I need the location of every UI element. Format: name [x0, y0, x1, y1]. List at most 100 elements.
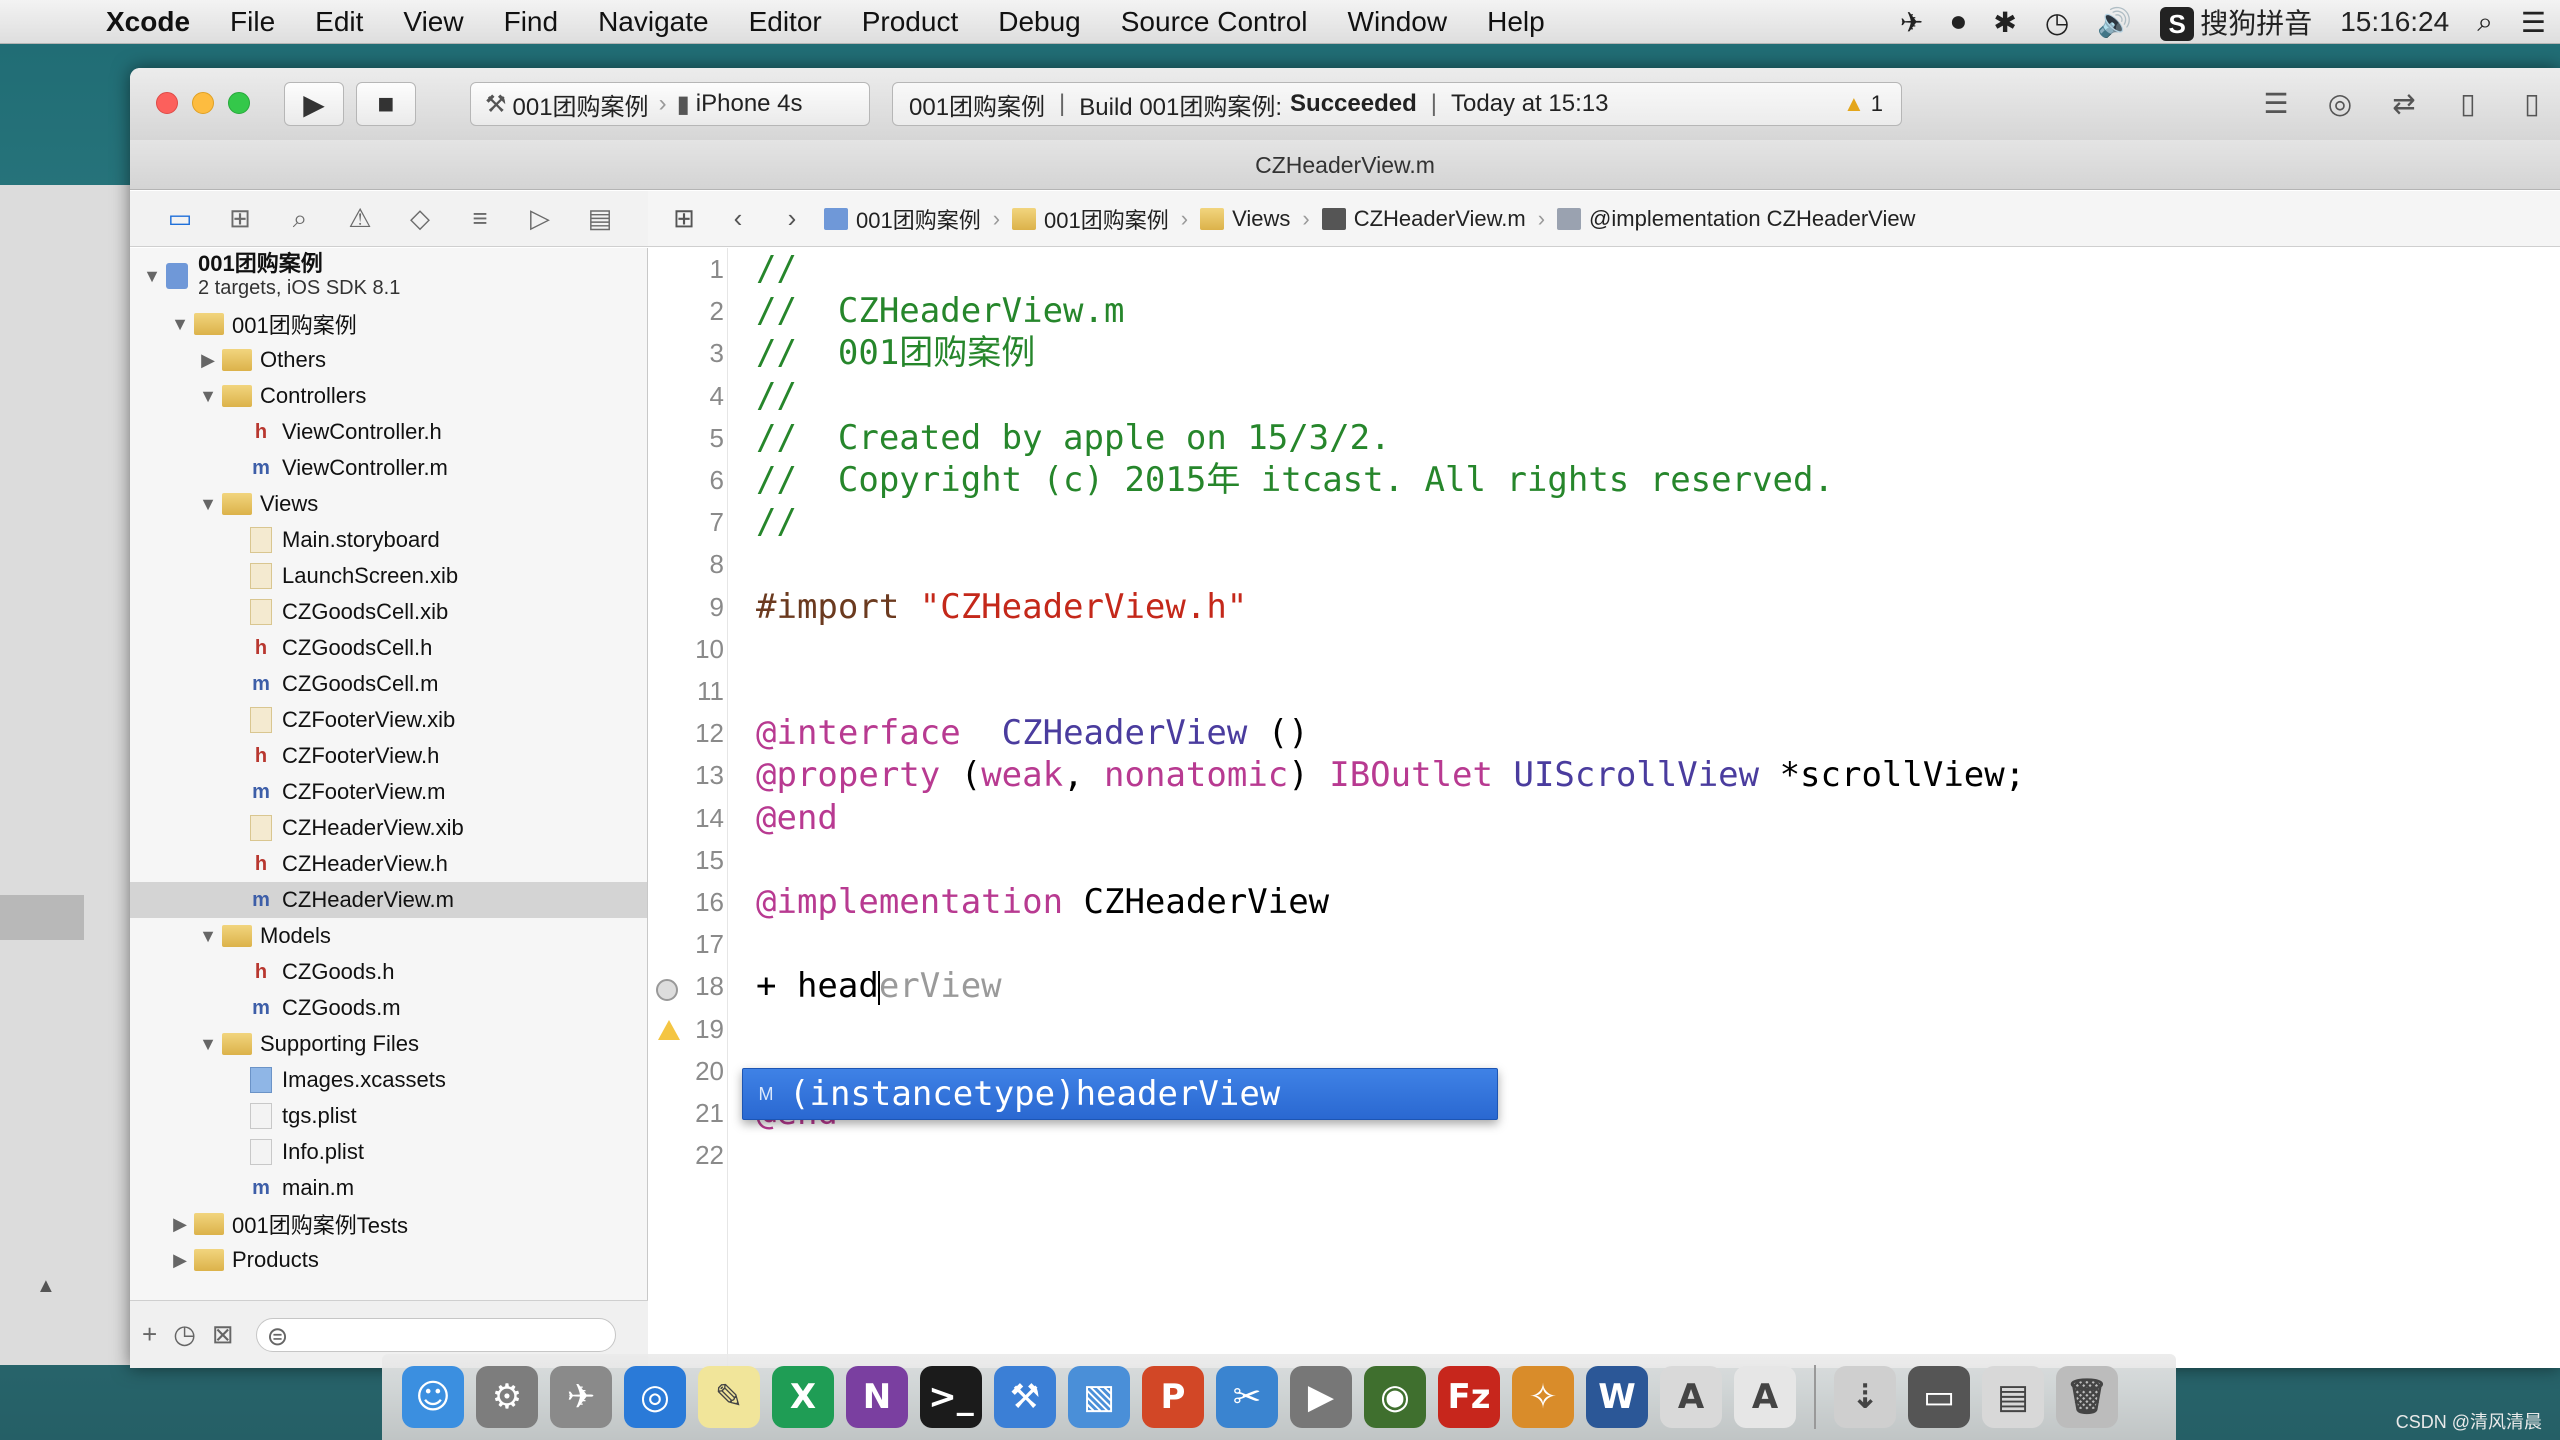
menu-window[interactable]: Window [1328, 6, 1468, 38]
navigator-row[interactable]: CZGoodsCell.xib [130, 594, 647, 630]
finder-icon[interactable]: ☺ [402, 1366, 464, 1428]
code-line[interactable]: #import "CZHeaderView.h" [756, 586, 1247, 628]
navigator-row[interactable]: LaunchScreen.xib [130, 558, 647, 594]
find-navigator-icon[interactable]: ⌕ [270, 203, 330, 235]
menu-help[interactable]: Help [1467, 6, 1565, 38]
zoom-window-button[interactable] [228, 92, 250, 114]
navigator-row[interactable]: ▶ 001团购案例Tests [130, 1206, 647, 1242]
code-line[interactable]: // 001团购案例 [756, 332, 1035, 374]
excel-icon[interactable]: X [772, 1366, 834, 1428]
disclosure-open-icon[interactable]: ▼ [170, 314, 190, 335]
project-root-row[interactable]: ▼ 001团购案例 2 targets, iOS SDK 8.1 [130, 248, 647, 304]
code-line[interactable]: // Created by apple on 15/3/2. [756, 417, 1391, 459]
code-line[interactable]: @end [756, 797, 838, 839]
navigator-row[interactable]: m CZHeaderView.m [130, 882, 647, 918]
airplane-icon[interactable]: ✈ [1900, 6, 1923, 39]
navigator-row[interactable]: h CZGoods.h [130, 954, 647, 990]
navigator-row[interactable]: ▼ Models [130, 918, 647, 954]
navigator-toggle-icon[interactable]: ▯ [2440, 86, 2496, 122]
notification-center-icon[interactable]: ☰ [2521, 6, 2546, 39]
navigator-row[interactable]: h CZGoodsCell.h [130, 630, 647, 666]
breadcrumb-item[interactable]: 001团购案例 [1012, 203, 1169, 235]
menu-file[interactable]: File [210, 6, 295, 38]
code-line[interactable]: @interface CZHeaderView () [756, 712, 1309, 754]
disclosure-closed-icon[interactable]: ▶ [170, 1250, 190, 1271]
screen-record-icon[interactable]: ⏺ [1951, 6, 1965, 39]
disclosure-open-icon[interactable]: ▼ [198, 926, 218, 947]
back-icon[interactable]: ‹ [716, 203, 760, 234]
navigator-row[interactable]: CZHeaderView.xib [130, 810, 647, 846]
assistant-editor-icon[interactable]: ◎ [2312, 86, 2368, 122]
outlet-connection-icon[interactable] [656, 979, 678, 1001]
desktop-stack-icon[interactable]: ▭ [1908, 1366, 1970, 1428]
menu-debug[interactable]: Debug [978, 6, 1101, 38]
stop-button[interactable]: ■ [356, 82, 416, 126]
tool-scissors-icon[interactable]: ✂ [1216, 1366, 1278, 1428]
code-line[interactable]: // [756, 375, 797, 417]
standard-editor-icon[interactable]: ☰ [2248, 86, 2304, 122]
safari-icon[interactable]: ◎ [624, 1366, 686, 1428]
navigator-row[interactable]: Images.xcassets [130, 1062, 647, 1098]
navigator-row[interactable]: ▼ 001团购案例 [130, 306, 647, 342]
breadcrumb-item[interactable]: Views [1200, 206, 1290, 232]
navigator-filter-field[interactable]: ⊜ [255, 1317, 616, 1352]
close-window-button[interactable] [156, 92, 178, 114]
time-machine-icon[interactable]: ◷ [2045, 6, 2069, 39]
disclosure-closed-icon[interactable]: ▶ [170, 1214, 190, 1235]
navigator-row[interactable]: m CZGoodsCell.m [130, 666, 647, 702]
navigator-row[interactable]: ▶ Products [130, 1242, 647, 1278]
code-line[interactable]: @implementation CZHeaderView [756, 881, 1329, 923]
menu-edit[interactable]: Edit [295, 6, 383, 38]
navigator-row[interactable]: h CZFooterView.h [130, 738, 647, 774]
onenote-icon[interactable]: N [846, 1366, 908, 1428]
input-method-menu[interactable]: S 搜狗拼音 [2160, 2, 2312, 42]
navigator-row[interactable]: Main.storyboard [130, 522, 647, 558]
forward-icon[interactable]: › [770, 203, 814, 234]
breadcrumb-item[interactable]: 001团购案例 [824, 203, 981, 235]
breadcrumb-item[interactable]: @implementation CZHeaderView [1557, 206, 1915, 232]
terminal-icon[interactable]: >_ [920, 1366, 982, 1428]
report-navigator-icon[interactable]: ▤ [570, 203, 630, 234]
recent-files-icon[interactable]: ◷ [173, 1319, 196, 1350]
menu-product[interactable]: Product [842, 6, 979, 38]
navigator-row[interactable]: ▼ Controllers [130, 378, 647, 414]
spotlight-search-icon[interactable]: ⌕ [2477, 6, 2493, 39]
disclosure-open-icon[interactable]: ▼ [142, 266, 162, 287]
issue-navigator-icon[interactable]: ⚠ [330, 203, 390, 234]
breadcrumb-item[interactable]: CZHeaderView.m [1321, 206, 1526, 232]
notes-icon[interactable]: ✎ [698, 1366, 760, 1428]
media-clapper-icon[interactable]: ▶ [1290, 1366, 1352, 1428]
code-line[interactable]: // [756, 248, 797, 290]
project-navigator-icon[interactable]: ▭ [150, 203, 210, 234]
minimize-window-button[interactable] [192, 92, 214, 114]
symbol-navigator-icon[interactable]: ⊞ [210, 203, 270, 234]
navigator-row[interactable]: m CZGoods.m [130, 990, 647, 1026]
source-control-filter-icon[interactable]: ⊠ [212, 1319, 234, 1350]
navigator-row[interactable]: tgs.plist [130, 1098, 647, 1134]
bluetooth-icon[interactable]: ✱ [1993, 6, 2016, 39]
xcode-icon[interactable]: ⚒ [994, 1366, 1056, 1428]
completion-suggestion[interactable]: (instancetype)headerView [789, 1074, 1280, 1114]
navigator-row[interactable]: h ViewController.h [130, 414, 647, 450]
navigator-row[interactable]: ▶ Others [130, 342, 647, 378]
navigator-row[interactable]: ▼ Supporting Files [130, 1026, 647, 1062]
preview-icon[interactable]: ▧ [1068, 1366, 1130, 1428]
code-line[interactable]: // [756, 501, 797, 543]
code-line[interactable]: @property (weak, nonatomic) IBOutlet UIS… [756, 754, 2025, 796]
menubar-clock[interactable]: 15:16:24 [2340, 6, 2449, 38]
source-editor[interactable]: 1 2 3 4 5 6 7 8 9 10 11 12 13 14 15 16 17 18 19 20 21 22 ////… [648, 248, 2560, 1368]
code-line[interactable]: // CZHeaderView.m [756, 290, 1124, 332]
navigator-row[interactable]: Info.plist [130, 1134, 647, 1170]
word-icon[interactable]: W [1586, 1366, 1648, 1428]
menu-source-control[interactable]: Source Control [1101, 6, 1328, 38]
code-line[interactable]: // Copyright (c) 2015年 itcast. All right… [756, 459, 1834, 501]
downloads-stack-icon[interactable]: ⇣ [1834, 1366, 1896, 1428]
system-preferences-icon[interactable]: ⚙ [476, 1366, 538, 1428]
run-button[interactable]: ▶ [284, 82, 344, 126]
navigator-row[interactable]: m main.m [130, 1170, 647, 1206]
trash-icon[interactable]: 🗑 [2056, 1366, 2118, 1428]
breakpoint-navigator-icon[interactable]: ▷ [510, 203, 570, 234]
launchpad-icon[interactable]: ✈ [550, 1366, 612, 1428]
navigator-row[interactable]: CZFooterView.xib [130, 702, 647, 738]
warning-count-button[interactable]: ▲ 1 [1843, 91, 1883, 117]
